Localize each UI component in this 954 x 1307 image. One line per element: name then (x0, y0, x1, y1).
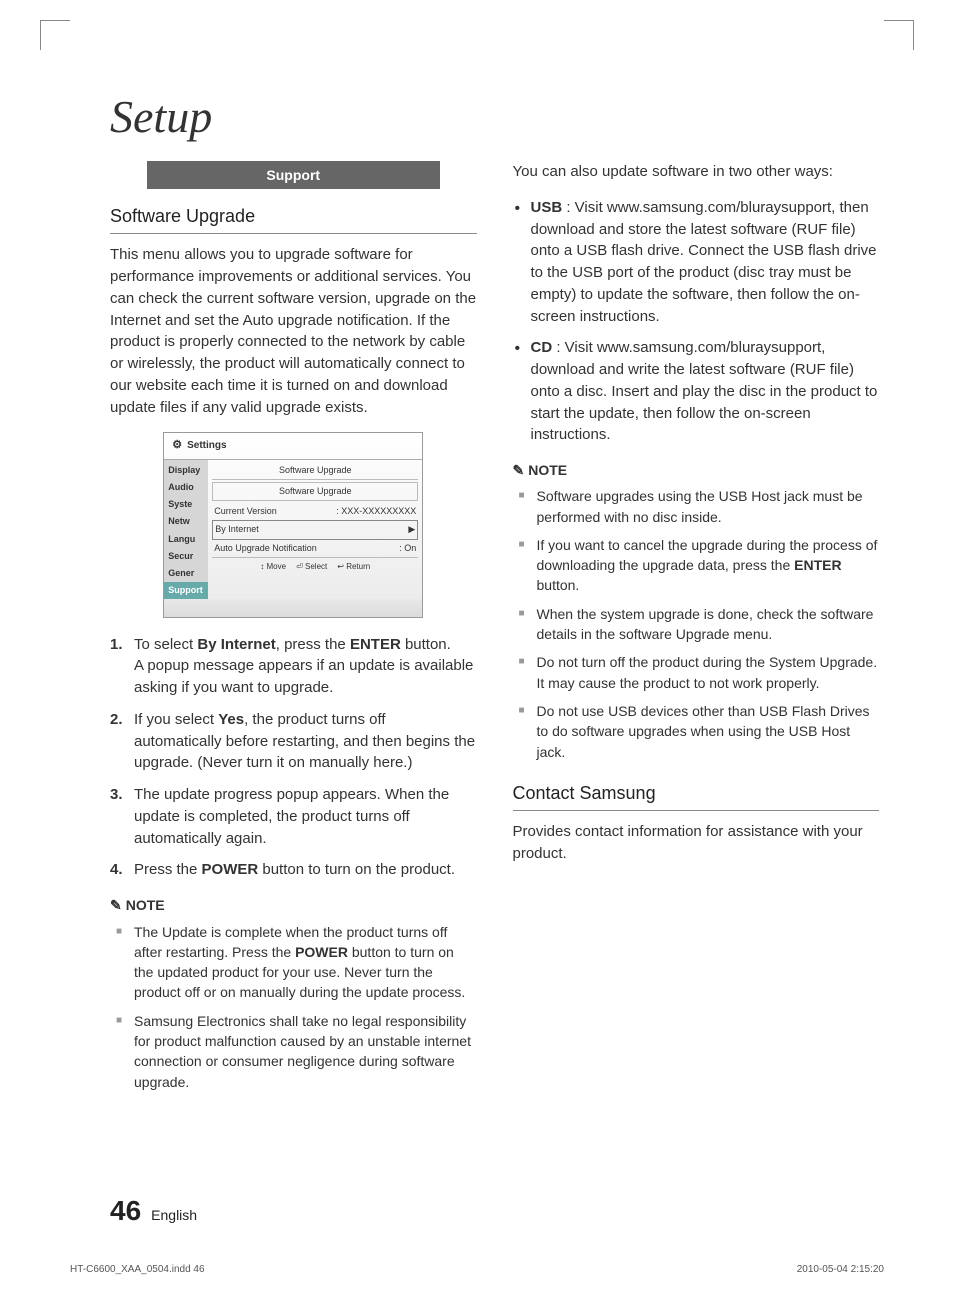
settings-footer: ↕ Move ⏎ Select ↩ Return (212, 557, 418, 576)
sidebar-item: Syste (164, 496, 208, 513)
pen-icon (110, 895, 122, 915)
settings-row-internet: By Internet ▶ (212, 520, 418, 539)
section-title: Setup (110, 90, 879, 143)
sidebar-item: Gener (164, 565, 208, 582)
note-item: Software upgrades using the USB Host jac… (513, 486, 880, 527)
sidebar-item: Display (164, 462, 208, 479)
settings-main: Software Upgrade Software Upgrade Curren… (208, 460, 422, 598)
row-label: Auto Upgrade Notification (214, 542, 317, 555)
note-item: Do not turn off the product during the S… (513, 652, 880, 693)
settings-sidebar: Display Audio Syste Netw Langu Secur Gen… (164, 460, 208, 598)
heading-software-upgrade: Software Upgrade (110, 203, 477, 234)
page-number: 46 (110, 1195, 141, 1227)
sidebar-item-active: Support (164, 582, 208, 599)
indd-filename: HT-C6600_XAA_0504.indd 46 (70, 1264, 205, 1275)
sidebar-item: Audio (164, 479, 208, 496)
bullet-cd: CD : Visit www.samsung.com/bluraysupport… (513, 337, 880, 446)
note-item: If you want to cancel the upgrade during… (513, 535, 880, 596)
note-heading: NOTE (110, 895, 477, 915)
page-language: English (151, 1207, 197, 1223)
row-label: Current Version (214, 505, 277, 518)
step-num: 4. (110, 859, 128, 881)
right-intro: You can also update software in two othe… (513, 161, 880, 183)
settings-row-version: Current Version : XXX-XXXXXXXXX (212, 503, 418, 520)
settings-screenshot: Settings Display Audio Syste Netw Langu … (163, 432, 423, 617)
note-item: Do not use USB devices other than USB Fl… (513, 701, 880, 762)
steps-list: 1. To select By Internet, press the ENTE… (110, 634, 477, 882)
sidebar-item: Langu (164, 531, 208, 548)
settings-main-header: Software Upgrade (212, 462, 418, 480)
bullet-usb: USB : Visit www.samsung.com/bluraysuppor… (513, 197, 880, 328)
note-heading: NOTE (513, 460, 880, 480)
note-item: When the system upgrade is done, check t… (513, 604, 880, 645)
footer-select: ⏎ Select (296, 561, 327, 573)
note-item: The Update is complete when the product … (110, 922, 477, 1003)
pen-icon (513, 460, 525, 480)
heading-contact-samsung: Contact Samsung (513, 780, 880, 811)
step-text: To select By Internet, press the ENTER b… (134, 634, 477, 699)
note-item: Samsung Electronics shall take no legal … (110, 1011, 477, 1092)
row-value: : XXX-XXXXXXXXX (336, 505, 416, 518)
contact-text: Provides contact information for assista… (513, 821, 880, 865)
right-column: You can also update software in two othe… (513, 161, 880, 1100)
step-1: 1. To select By Internet, press the ENTE… (110, 634, 477, 699)
step-4: 4. Press the POWER button to turn on the… (110, 859, 477, 881)
note-label: NOTE (126, 895, 165, 915)
step-num: 1. (110, 634, 128, 699)
settings-header: Settings (164, 433, 422, 459)
notes-list-left: The Update is complete when the product … (110, 922, 477, 1092)
gear-icon (172, 438, 182, 454)
row-label: By Internet (215, 523, 259, 536)
settings-title: Settings (187, 439, 226, 454)
settings-sub-header: Software Upgrade (212, 482, 418, 501)
sidebar-item: Secur (164, 548, 208, 565)
page-content: Setup Support Software Upgrade This menu… (0, 0, 954, 1160)
crop-mark-tr (884, 20, 914, 50)
step-3: 3. The update progress popup appears. Wh… (110, 784, 477, 849)
settings-row-auto: Auto Upgrade Notification : On (212, 540, 418, 557)
build-timestamp: 2010-05-04 2:15:20 (797, 1264, 884, 1275)
footer-return: ↩ Return (337, 561, 370, 573)
notes-list-right: Software upgrades using the USB Host jac… (513, 486, 880, 762)
step-text: Press the POWER button to turn on the pr… (134, 859, 477, 881)
footer-move: ↕ Move (260, 561, 286, 573)
crop-mark-tl (40, 20, 70, 50)
step-num: 3. (110, 784, 128, 849)
page-footer: 46 English (110, 1195, 197, 1227)
update-methods: USB : Visit www.samsung.com/bluraysuppor… (513, 197, 880, 446)
note-label: NOTE (528, 460, 567, 480)
support-bar: Support (147, 161, 440, 189)
row-value: : On (399, 542, 416, 555)
settings-bottom-bar (164, 599, 422, 617)
arrow-right-icon: ▶ (408, 523, 415, 536)
step-num: 2. (110, 709, 128, 774)
intro-text: This menu allows you to upgrade software… (110, 244, 477, 418)
sidebar-item: Netw (164, 513, 208, 530)
left-column: Support Software Upgrade This menu allow… (110, 161, 477, 1100)
step-text: The update progress popup appears. When … (134, 784, 477, 849)
step-text: If you select Yes, the product turns off… (134, 709, 477, 774)
step-2: 2. If you select Yes, the product turns … (110, 709, 477, 774)
